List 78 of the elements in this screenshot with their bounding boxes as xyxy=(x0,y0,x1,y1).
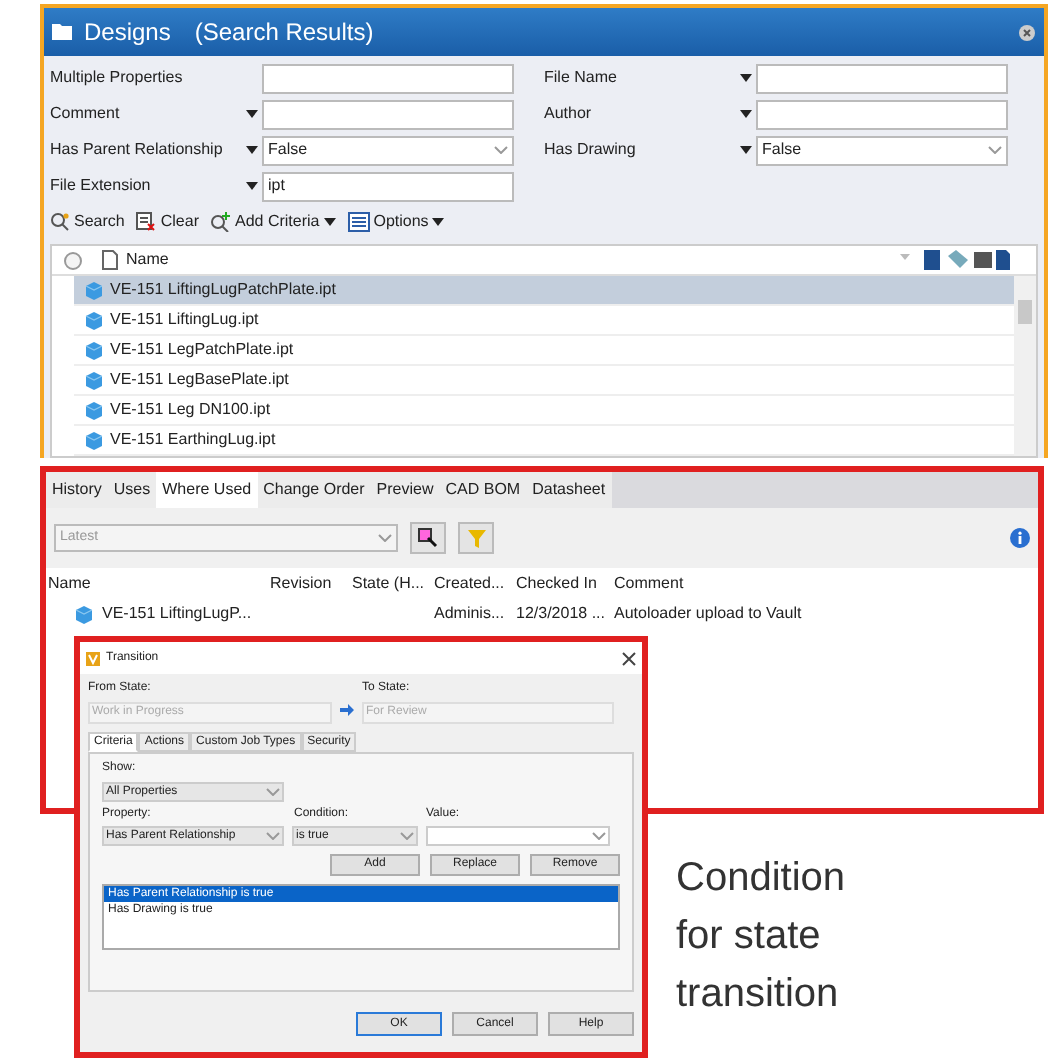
info-icon[interactable] xyxy=(1010,528,1030,548)
add-search-icon xyxy=(210,212,231,232)
criteria-input[interactable]: ipt xyxy=(262,171,514,201)
select-tool-button[interactable] xyxy=(410,522,446,554)
callout-text: Condition for state transition xyxy=(676,854,848,1020)
window-subtitle: (Search Results) xyxy=(194,16,374,50)
part-cube-icon xyxy=(84,310,104,330)
column-header[interactable]: Revision xyxy=(270,571,352,595)
toolbar-button[interactable]: Search xyxy=(50,210,125,234)
table-cell: 12/3/2018 ... xyxy=(516,601,605,625)
part-cube-icon xyxy=(84,280,104,300)
part-cube-icon xyxy=(84,340,104,360)
radio-circle-icon xyxy=(64,251,82,269)
search-icon xyxy=(50,212,70,232)
toolbar-button[interactable]: Add Criteria xyxy=(210,210,336,234)
tab[interactable]: Preview xyxy=(370,472,440,508)
chevron-down-icon xyxy=(592,832,606,840)
part-cube-icon xyxy=(84,370,104,390)
tab[interactable]: Datasheet xyxy=(526,472,612,508)
tab[interactable]: CAD BOM xyxy=(439,472,527,508)
part-cube-icon xyxy=(84,400,104,420)
column-header[interactable]: Created... xyxy=(434,571,516,595)
column-header[interactable]: Name xyxy=(46,571,270,595)
column-header[interactable]: State (H... xyxy=(352,571,434,595)
criteria-input[interactable] xyxy=(756,99,1008,129)
filter-button[interactable] xyxy=(458,522,494,554)
criteria-input[interactable] xyxy=(262,99,514,129)
table-cell: VE-151 LiftingLugP... xyxy=(102,601,252,625)
close-icon[interactable] xyxy=(622,651,636,665)
tab[interactable]: Where Used xyxy=(156,472,258,508)
result-row[interactable]: VE-151 Leg DN100.ipt xyxy=(74,396,1014,426)
criteria-label: Author xyxy=(544,102,594,126)
scrollbar[interactable] xyxy=(1014,276,1036,456)
chevron-down-icon xyxy=(400,832,414,840)
clear-list-icon xyxy=(136,212,157,232)
column-header-icons-drawing xyxy=(900,250,1012,270)
criteria-select[interactable]: False xyxy=(756,135,1008,165)
chevron-down-icon xyxy=(266,788,280,796)
value-select[interactable] xyxy=(426,826,610,846)
chevron-down-icon xyxy=(988,146,1002,154)
table-cell: Autoloader upload to Vault xyxy=(614,601,802,625)
toolbar-button[interactable]: Clear xyxy=(136,210,199,234)
options-list-icon xyxy=(347,212,370,232)
chevron-down-icon xyxy=(378,534,392,542)
criteria-label: Has Parent Relationship xyxy=(50,138,225,162)
right-arrow-icon xyxy=(340,704,354,716)
result-row[interactable]: VE-151 LegPatchPlate.ipt xyxy=(74,336,1014,366)
criteria-input[interactable] xyxy=(262,63,514,93)
app-logo-icon xyxy=(86,651,100,665)
criteria-label: Multiple Properties xyxy=(50,66,185,90)
cursor-box-icon xyxy=(418,528,438,548)
tab[interactable]: Uses xyxy=(107,472,157,508)
chevron-down-icon xyxy=(266,832,280,840)
tab[interactable]: Change Order xyxy=(257,472,371,508)
toolbar-button[interactable]: Options xyxy=(347,210,445,234)
result-row[interactable]: VE-151 LiftingLug.ipt xyxy=(74,306,1014,336)
result-row[interactable]: VE-151 LegBasePlate.ipt xyxy=(74,366,1014,396)
chevron-down-icon xyxy=(494,146,508,154)
result-row[interactable]: VE-151 LiftingLugPatchPlate.ipt xyxy=(74,276,1014,306)
part-cube-icon xyxy=(84,430,104,450)
folder-icon xyxy=(52,24,72,40)
criteria-label: File Name xyxy=(544,66,619,90)
tab[interactable]: History xyxy=(46,472,108,508)
criteria-label: File Extension xyxy=(50,174,153,198)
table-cell: Adminis... xyxy=(434,601,505,625)
column-header[interactable]: Name xyxy=(126,248,169,272)
document-icon xyxy=(102,250,118,270)
criteria-label: Has Drawing xyxy=(544,138,638,162)
criteria-label: Comment xyxy=(50,102,122,126)
close-icon[interactable] xyxy=(1018,23,1036,41)
column-header[interactable]: Comment xyxy=(614,571,854,595)
criteria-input[interactable] xyxy=(756,63,1008,93)
window-title: Designs xyxy=(84,16,171,50)
part-cube-icon xyxy=(74,603,94,623)
criteria-select[interactable]: False xyxy=(262,135,514,165)
result-row[interactable]: VE-151 EarthingLug.ipt xyxy=(74,426,1014,456)
filter-icon xyxy=(467,529,485,547)
column-header[interactable]: Checked In xyxy=(516,571,614,595)
